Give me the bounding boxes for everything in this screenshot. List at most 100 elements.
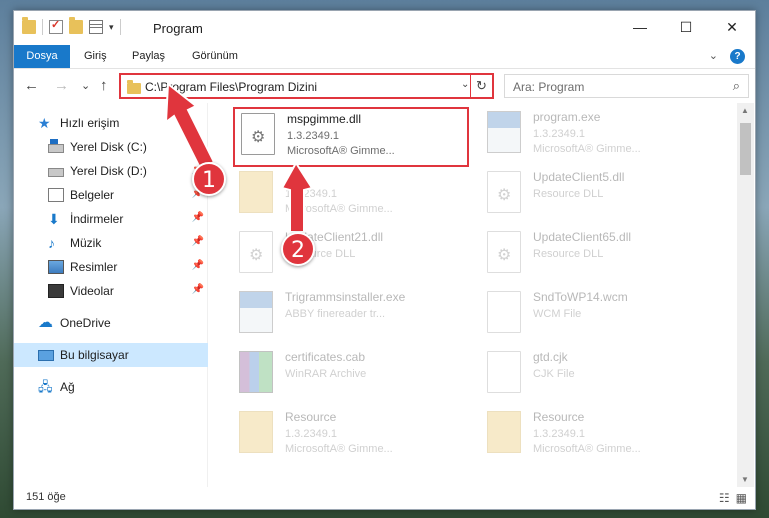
pin-icon[interactable]: 📌 bbox=[192, 284, 204, 295]
file-description: WCM File bbox=[533, 308, 582, 320]
sidebar-item-local-disk-d[interactable]: Yerel Disk (D:) 📌 bbox=[14, 159, 208, 183]
maximize-button[interactable]: ☐ bbox=[663, 11, 709, 43]
sidebar-item-network[interactable]: 🖧 Ağ bbox=[14, 375, 208, 399]
file-tile-resource-2[interactable]: Resource 1.3.2349.1 MicrosoftA® Gimme... bbox=[481, 407, 721, 463]
file-name: Resource bbox=[533, 410, 585, 424]
address-path[interactable]: C:\Program Files\Program Dizini bbox=[145, 80, 317, 94]
pin-icon[interactable]: 📌 bbox=[192, 212, 204, 223]
file-name: Trigrammsinstaller.exe bbox=[285, 290, 406, 304]
refresh-button[interactable]: ↻ bbox=[470, 75, 492, 97]
vertical-scrollbar[interactable]: ▲ ▼ bbox=[737, 103, 754, 487]
sidebar-item-label: Videolar bbox=[70, 284, 114, 298]
pin-icon[interactable]: 📌 bbox=[192, 236, 204, 247]
sidebar-item-documents[interactable]: Belgeler 📌 bbox=[14, 183, 208, 207]
exe-icon bbox=[487, 111, 521, 153]
properties-icon[interactable] bbox=[89, 20, 103, 34]
onedrive-icon: ☁ bbox=[38, 314, 53, 331]
file-tile-mspgimme-dll[interactable]: ⚙ mspgimme.dll 1.3.2349.1 MicrosoftA® Gi… bbox=[233, 107, 469, 167]
tab-file[interactable]: Dosya bbox=[14, 45, 70, 68]
sidebar-item-onedrive[interactable]: ☁ OneDrive bbox=[14, 311, 208, 335]
file-tile-certificates-cab[interactable]: certificates.cab WinRAR Archive bbox=[233, 347, 473, 403]
file-tile-sndtowp14-wcm[interactable]: SndToWP14.wcm WCM File bbox=[481, 287, 721, 343]
new-folder-icon[interactable] bbox=[69, 17, 83, 34]
sidebar-item-label: İndirmeler bbox=[70, 212, 124, 226]
file-tile-folder[interactable]: 1.3.2349.1 MicrosoftA® Gimme... bbox=[233, 167, 473, 223]
scrollbar-thumb[interactable] bbox=[740, 123, 751, 175]
file-version: 1.3.2349.1 bbox=[533, 428, 585, 440]
details-view-icon[interactable]: ☷ bbox=[719, 491, 730, 505]
file-tile-updateclient21-dll[interactable]: ⚙ UpdateClient21.dll Resource DLL bbox=[233, 227, 473, 283]
forward-button[interactable]: → bbox=[54, 77, 69, 94]
search-icon[interactable]: ⌕ bbox=[733, 78, 740, 94]
dll-icon: ⚙ bbox=[487, 171, 521, 213]
sidebar-item-quick-access[interactable]: ★ Hızlı erişim bbox=[14, 111, 208, 135]
minimize-button[interactable]: — bbox=[617, 11, 663, 43]
pictures-icon bbox=[48, 260, 64, 274]
pin-icon[interactable]: 📌 bbox=[192, 140, 204, 151]
expand-ribbon-icon[interactable]: ⌄ bbox=[709, 49, 718, 64]
file-tile-updateclient65-dll[interactable]: ⚙ UpdateClient65.dll Resource DLL bbox=[481, 227, 721, 283]
file-name: SndToWP14.wcm bbox=[533, 290, 628, 304]
file-company: MicrosoftA® Gimme... bbox=[533, 143, 641, 155]
step-2-badge: 2 bbox=[281, 232, 315, 266]
file-description: CJK File bbox=[533, 368, 575, 380]
dll-icon: ⚙ bbox=[487, 231, 521, 273]
file-tile-trigrammsinstaller-exe[interactable]: Trigrammsinstaller.exe ABBY finereader t… bbox=[233, 287, 473, 343]
file-description: ABBY finereader tr... bbox=[285, 308, 386, 320]
music-icon: ♪ bbox=[48, 235, 55, 251]
sidebar-item-label: Yerel Disk (C:) bbox=[70, 140, 147, 154]
sidebar-item-local-disk-c[interactable]: Yerel Disk (C:) 📌 bbox=[14, 135, 208, 159]
file-tile-gtd-cjk[interactable]: gtd.cjk CJK File bbox=[481, 347, 721, 403]
sidebar-item-music[interactable]: ♪ Müzik 📌 bbox=[14, 231, 208, 255]
file-version: 1.3.2349.1 bbox=[285, 428, 337, 440]
tiles-view-icon[interactable]: ▦ bbox=[736, 491, 747, 505]
sidebar-item-this-pc[interactable]: Bu bilgisayar bbox=[14, 343, 208, 367]
drive-icon bbox=[48, 139, 64, 153]
file-description: WinRAR Archive bbox=[285, 368, 367, 380]
quick-access-toolbar: ▾ bbox=[22, 17, 121, 35]
properties-check-icon[interactable] bbox=[49, 18, 63, 34]
window-controls: — ☐ ✕ bbox=[617, 11, 755, 43]
help-icon[interactable]: ? bbox=[730, 49, 745, 64]
pin-icon[interactable]: 📌 bbox=[192, 260, 204, 271]
file-tile-resource-1[interactable]: Resource 1.3.2349.1 MicrosoftA® Gimme... bbox=[233, 407, 473, 463]
search-input[interactable]: Ara: Program ⌕ bbox=[504, 74, 749, 98]
folder-icon bbox=[127, 80, 141, 94]
network-icon: 🖧 bbox=[38, 379, 53, 394]
back-button[interactable]: ← bbox=[24, 77, 39, 94]
address-bar[interactable]: C:\Program Files\Program Dizini ⌄ ↻ bbox=[119, 73, 494, 99]
drive-icon bbox=[48, 168, 64, 177]
customize-toolbar-icon[interactable]: ▾ bbox=[109, 22, 114, 33]
sidebar-item-label: Yerel Disk (D:) bbox=[70, 164, 147, 178]
recent-locations-button[interactable]: ⌄ bbox=[81, 79, 90, 92]
scroll-up-icon[interactable]: ▲ bbox=[741, 106, 749, 115]
sidebar-item-downloads[interactable]: ⬇ İndirmeler 📌 bbox=[14, 207, 208, 231]
folder-icon bbox=[22, 17, 36, 34]
file-list: ⚙ mspgimme.dll 1.3.2349.1 MicrosoftA® Gi… bbox=[209, 103, 737, 487]
file-description: Resource DLL bbox=[533, 188, 604, 200]
explorer-window: ▾ Program — ☐ ✕ Dosya Giriş Paylaş Görün… bbox=[13, 10, 756, 510]
chevron-down-icon[interactable]: ⌄ bbox=[461, 79, 469, 90]
file-name: certificates.cab bbox=[285, 350, 366, 364]
file-tile-updateclient5-dll[interactable]: ⚙ UpdateClient5.dll Resource DLL bbox=[481, 167, 721, 223]
close-button[interactable]: ✕ bbox=[709, 11, 755, 43]
file-name: program.exe bbox=[533, 110, 601, 124]
file-name: UpdateClient5.dll bbox=[533, 170, 625, 184]
sidebar-item-videos[interactable]: Videolar 📌 bbox=[14, 279, 208, 303]
folder-icon bbox=[239, 171, 273, 213]
sidebar-item-label: Belgeler bbox=[70, 188, 115, 202]
file-name: UpdateClient65.dll bbox=[533, 230, 632, 244]
tab-home[interactable]: Giriş bbox=[84, 45, 107, 68]
file-tile-program-exe[interactable]: program.exe 1.3.2349.1 MicrosoftA® Gimme… bbox=[481, 107, 721, 163]
ribbon-tabs: Dosya Giriş Paylaş Görünüm ⌄ ? bbox=[14, 45, 755, 69]
sidebar-item-label: Bu bilgisayar bbox=[60, 348, 129, 362]
tab-share[interactable]: Paylaş bbox=[132, 45, 165, 68]
file-version: 1.3.2349.1 bbox=[285, 188, 337, 200]
scroll-down-icon[interactable]: ▼ bbox=[741, 475, 749, 484]
tab-view[interactable]: Görünüm bbox=[192, 45, 238, 68]
file-company: MicrosoftA® Gimme... bbox=[533, 443, 641, 455]
sidebar-item-pictures[interactable]: Resimler 📌 bbox=[14, 255, 208, 279]
download-icon: ⬇ bbox=[48, 211, 60, 227]
videos-icon bbox=[48, 284, 64, 298]
up-button[interactable]: ↑ bbox=[100, 77, 108, 94]
